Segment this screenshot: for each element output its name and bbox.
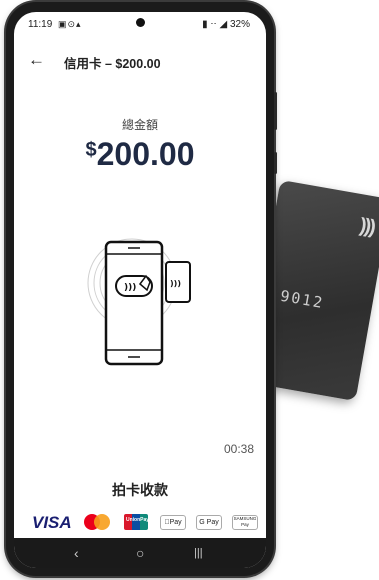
mastercard-logo-icon — [84, 514, 112, 530]
svg-text:))): ))) — [170, 279, 181, 288]
phone-frame: 11:19 ▣⊙▴ ▮ ⋅⋅ ◢ 32% ← 信用卡 – $200.00 總金額… — [6, 2, 277, 576]
top-bar: ← 信用卡 – $200.00 — [14, 48, 266, 76]
amount-value: 200.00 — [96, 136, 195, 172]
card-last-digits: 9012 — [278, 286, 326, 313]
payment-logos: VISA UnionPay Pay G Pay SAMSUNG Pay — [32, 512, 262, 532]
phone-screen: 11:19 ▣⊙▴ ▮ ⋅⋅ ◢ 32% ← 信用卡 – $200.00 總金額… — [14, 12, 266, 568]
back-arrow-icon[interactable]: ← — [28, 50, 45, 70]
samsung-pay-logo: SAMSUNG Pay — [232, 515, 258, 530]
volume-button — [274, 92, 277, 130]
nav-back-icon[interactable]: ‹ — [74, 545, 79, 561]
tap-card-instruction: 拍卡收款 — [112, 482, 168, 498]
page-title: 信用卡 – $200.00 — [64, 57, 161, 71]
visa-logo: VISA — [32, 513, 72, 532]
status-right: ▮ ⋅⋅ ◢ 32% — [202, 19, 250, 30]
total-amount: $200.00 — [14, 136, 266, 173]
front-camera — [136, 18, 145, 27]
total-amount-label: 總金額 — [121, 118, 158, 132]
currency-symbol: $ — [85, 139, 97, 161]
nav-recents-icon[interactable]: ||| — [194, 547, 203, 559]
countdown-timer: 00:38 — [223, 442, 254, 456]
android-nav-bar: ‹ ○ ||| — [14, 538, 266, 568]
tap-to-pay-illustration-icon: ))) ))) — [87, 238, 191, 366]
unionpay-logo: UnionPay — [124, 514, 149, 530]
power-button — [274, 152, 277, 174]
contactless-icon: ))) — [358, 214, 376, 239]
google-pay-logo: G Pay — [196, 515, 222, 530]
apple-pay-logo: Pay — [160, 515, 186, 530]
status-time: 11:19 — [28, 19, 53, 30]
svg-text:))): ))) — [124, 283, 136, 293]
notification-icons: ▣⊙▴ — [58, 19, 82, 29]
nav-home-icon[interactable]: ○ — [136, 545, 144, 561]
